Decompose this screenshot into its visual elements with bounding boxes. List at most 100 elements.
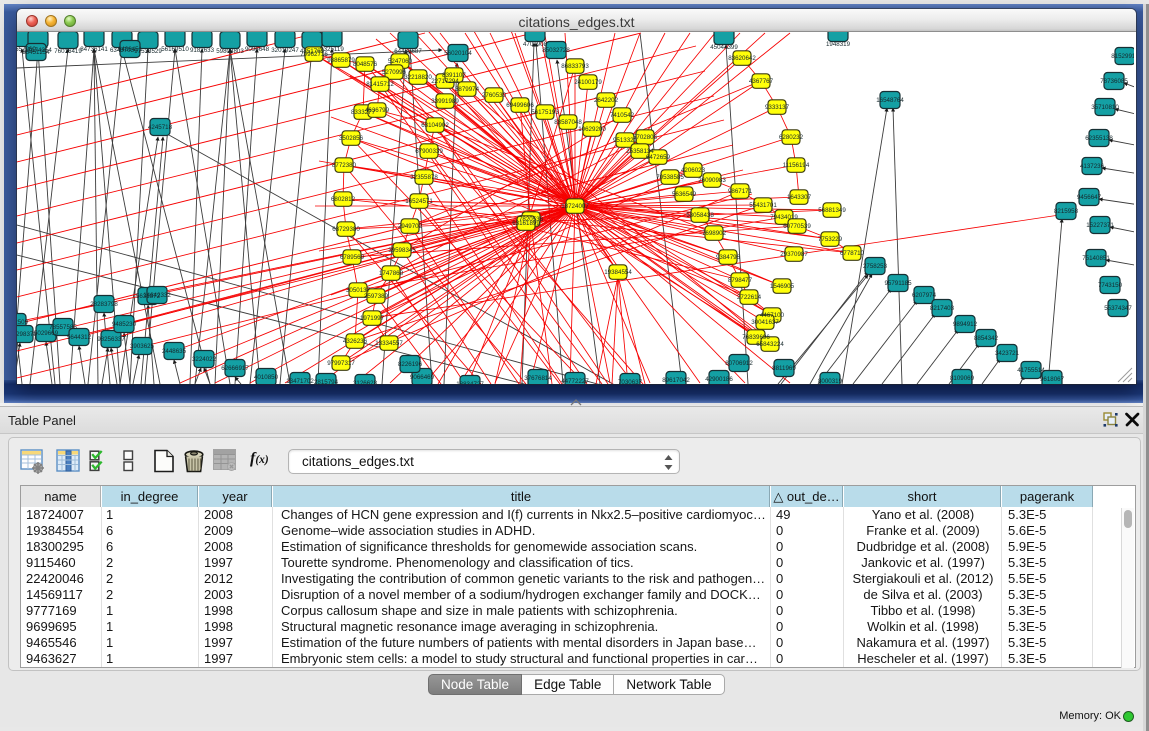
- svg-text:9182633: 9182633: [190, 47, 215, 54]
- svg-text:8217403: 8217403: [930, 305, 955, 312]
- svg-text:8109069: 8109069: [950, 375, 975, 382]
- svg-text:2815794: 2815794: [314, 379, 339, 384]
- svg-text:22717294: 22717294: [431, 78, 459, 85]
- svg-text:29370987: 29370987: [780, 251, 808, 258]
- svg-text:4010850: 4010850: [254, 374, 279, 381]
- svg-text:35710810: 35710810: [1091, 104, 1119, 111]
- svg-text:26090983: 26090983: [698, 177, 726, 184]
- svg-text:1747868: 1747868: [379, 270, 404, 277]
- svg-text:93865879: 93865879: [327, 57, 355, 64]
- svg-text:1971997: 1971997: [360, 315, 385, 322]
- svg-text:39598345: 39598345: [388, 247, 416, 254]
- svg-text:2448635: 2448635: [162, 348, 187, 355]
- svg-text:83620642: 83620642: [728, 55, 756, 62]
- svg-text:75140851: 75140851: [1082, 255, 1110, 262]
- svg-text:10629200: 10629200: [578, 126, 606, 133]
- svg-text:60770539: 60770539: [783, 223, 811, 230]
- svg-text:7698902: 7698902: [702, 230, 727, 237]
- svg-text:9485230: 9485230: [112, 321, 137, 328]
- svg-text:56175193: 56175193: [531, 109, 559, 116]
- svg-text:3224022: 3224022: [192, 356, 217, 363]
- svg-text:2642202: 2642202: [594, 97, 619, 104]
- svg-text:13471702: 13471702: [286, 378, 314, 384]
- svg-text:2722614: 2722614: [737, 294, 762, 301]
- svg-text:78736085: 78736085: [1100, 78, 1128, 85]
- svg-text:86833793: 86833793: [561, 63, 589, 70]
- svg-text:85032728: 85032728: [542, 47, 570, 54]
- svg-text:5270996: 5270996: [382, 69, 407, 76]
- svg-text:18834727: 18834727: [456, 381, 484, 384]
- svg-text:16524571: 16524571: [405, 198, 433, 205]
- svg-text:6802812: 6802812: [331, 196, 356, 203]
- svg-text:19384554: 19384554: [604, 269, 632, 276]
- svg-text:6472659: 6472659: [646, 154, 671, 161]
- svg-text:81415712: 81415712: [366, 81, 394, 88]
- svg-text:70538585: 70538585: [656, 174, 684, 181]
- svg-text:30041637: 30041637: [751, 319, 779, 326]
- svg-text:7410542: 7410542: [610, 112, 635, 119]
- svg-text:63104902: 63104902: [421, 122, 449, 129]
- svg-text:98256337: 98256337: [97, 336, 125, 343]
- svg-text:9384796: 9384796: [716, 254, 741, 261]
- svg-text:6789569: 6789569: [340, 254, 365, 261]
- svg-text:14642332: 14642332: [143, 292, 171, 299]
- svg-text:8226196: 8226196: [398, 361, 423, 368]
- svg-text:9066469: 9066469: [410, 374, 435, 381]
- svg-text:42900186: 42900186: [705, 376, 733, 383]
- svg-text:65843224: 65843224: [756, 341, 784, 348]
- svg-text:55374347: 55374347: [1104, 305, 1132, 312]
- svg-text:89617042: 89617042: [662, 377, 690, 384]
- svg-text:5636549: 5636549: [672, 191, 697, 198]
- svg-text:6280232: 6280232: [779, 134, 804, 141]
- svg-text:32218820: 32218820: [404, 74, 432, 81]
- svg-text:4636799: 4636799: [365, 107, 390, 114]
- svg-text:9456647: 9456647: [1077, 194, 1102, 201]
- svg-text:4367767: 4367767: [749, 78, 774, 85]
- svg-text:2597389: 2597389: [364, 293, 389, 300]
- svg-text:38451254: 38451254: [22, 49, 50, 56]
- svg-text:79434019: 79434019: [770, 214, 798, 221]
- svg-text:1643307: 1643307: [787, 194, 812, 201]
- svg-text:67900339: 67900339: [415, 148, 443, 155]
- svg-text:63161899: 63161899: [512, 220, 540, 227]
- svg-text:80706912: 80706912: [725, 360, 753, 367]
- svg-text:18724007: 18724007: [561, 203, 589, 210]
- svg-text:24100179: 24100179: [574, 79, 602, 86]
- svg-text:5702806: 5702806: [633, 134, 658, 141]
- svg-text:5029669: 5029669: [34, 330, 59, 337]
- svg-text:13334557: 13334557: [375, 340, 403, 347]
- svg-text:62666917: 62666917: [221, 365, 249, 372]
- svg-text:8772380: 8772380: [332, 162, 357, 169]
- svg-text:9894912: 9894912: [953, 321, 978, 328]
- svg-text:2758253: 2758253: [863, 263, 888, 270]
- svg-text:15227371: 15227371: [1086, 222, 1114, 229]
- svg-text:6778710: 6778710: [840, 250, 865, 257]
- svg-text:76016419: 76016419: [54, 48, 82, 55]
- svg-text:9618067: 9618067: [1040, 376, 1065, 383]
- svg-text:3423721: 3423721: [995, 350, 1020, 357]
- svg-text:8215958: 8215958: [1054, 208, 1079, 215]
- svg-text:1546905: 1546905: [770, 283, 795, 290]
- svg-text:2949702: 2949702: [398, 223, 423, 230]
- svg-text:84736141: 84736141: [80, 46, 108, 53]
- svg-text:69499606: 69499606: [506, 102, 534, 109]
- svg-text:2760530: 2760530: [482, 92, 507, 99]
- svg-text:9096648: 9096648: [245, 46, 270, 53]
- svg-text:16548764: 16548764: [876, 97, 904, 104]
- svg-text:44772227: 44772227: [561, 378, 589, 384]
- svg-text:4326236: 4326236: [343, 338, 368, 345]
- svg-text:8798477: 8798477: [728, 277, 753, 284]
- svg-text:81529916: 81529916: [1111, 53, 1134, 60]
- svg-text:32355878: 32355878: [410, 174, 438, 181]
- svg-text:97997317: 97997317: [327, 360, 355, 367]
- svg-text:4245718: 4245718: [148, 124, 173, 131]
- svg-text:63729380: 63729380: [332, 226, 360, 233]
- svg-text:8811969: 8811969: [772, 365, 796, 372]
- svg-text:41755514: 41755514: [1017, 367, 1045, 374]
- svg-text:83587048: 83587048: [554, 119, 582, 126]
- svg-text:59803803: 59803803: [216, 48, 244, 55]
- svg-text:1948319: 1948319: [826, 41, 851, 48]
- svg-text:28283798: 28283798: [90, 301, 118, 308]
- svg-text:56169510: 56169510: [161, 46, 189, 53]
- svg-text:53058438: 53058438: [686, 212, 714, 219]
